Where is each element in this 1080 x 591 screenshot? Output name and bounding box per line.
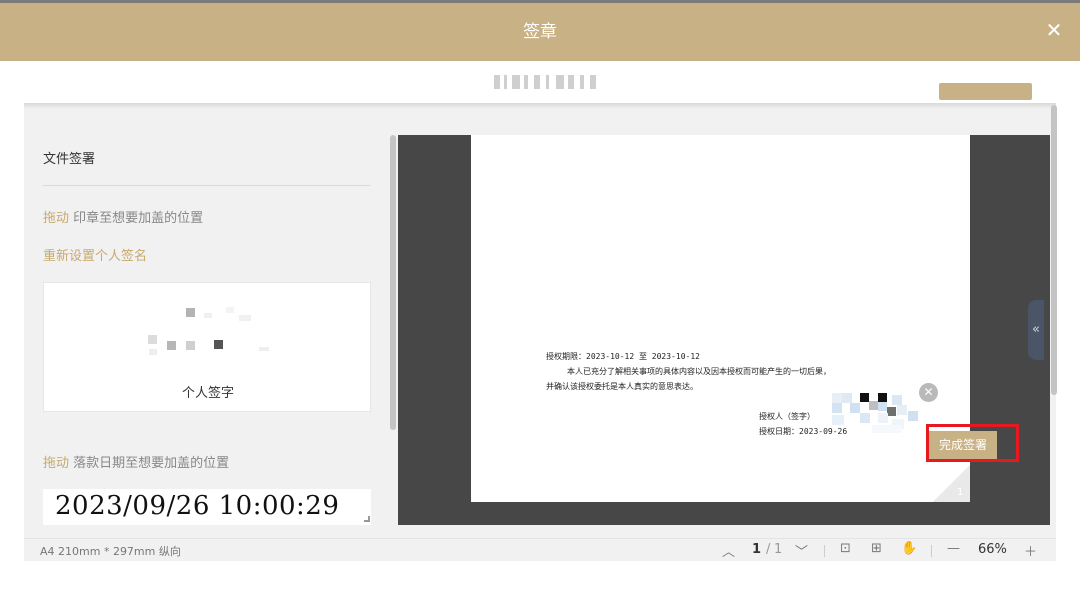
hand-tool-icon[interactable]: ✋: [901, 541, 917, 556]
document-page[interactable]: 授权期限：2023-10-12 至 2023-10-12 本人已充分了解相关事项…: [471, 135, 970, 502]
zoom-in-icon[interactable]: ＋: [1024, 541, 1037, 560]
section-divider: [43, 185, 370, 186]
signing-date-stamp[interactable]: 2023/09/26 10:00:29: [43, 489, 371, 525]
drag-seal-text: 印章至想要加盖的位置: [69, 211, 204, 226]
close-icon[interactable]: ✕: [1043, 19, 1065, 41]
background-action-button: [939, 83, 1032, 100]
zoom-level: 66%: [978, 542, 1007, 557]
personal-signature-card[interactable]: 个人签字: [43, 282, 371, 412]
drag-date-verb: 拖动: [43, 456, 70, 471]
page-corner-number: 1: [957, 487, 964, 498]
placed-signature[interactable]: [832, 389, 928, 433]
resize-grip-icon[interactable]: [364, 516, 370, 522]
expand-panel-icon[interactable]: «: [1028, 300, 1044, 360]
signature-label: 个人签字: [181, 386, 234, 401]
main-scrollbar[interactable]: [1051, 105, 1057, 395]
drag-date-hint: 拖动 落款日期至想要加盖的位置: [43, 452, 229, 471]
signature-image[interactable]: [144, 303, 274, 363]
current-page: 1: [752, 542, 762, 557]
paper-size-info: A4 210mm * 297mm 纵向: [40, 545, 181, 558]
fit-page-icon[interactable]: ⊞: [871, 541, 882, 556]
doc-line-signer: 授权人（签字）: [759, 412, 815, 421]
drag-seal-hint: 拖动 印章至想要加盖的位置: [43, 207, 203, 226]
page-separator: /: [766, 542, 771, 557]
prev-page-icon[interactable]: ︿: [722, 541, 735, 560]
drag-date-text: 落款日期至想要加盖的位置: [69, 456, 230, 471]
doc-line-acknowledge: 本人已充分了解相关事项的具体内容以及因本授权而可能产生的一切后果，: [567, 367, 831, 376]
close-circle-icon[interactable]: ✕: [919, 383, 938, 402]
dialog-header: 签章 ✕: [0, 3, 1080, 61]
doc-line-period: 授权期限：2023-10-12 至 2023-10-12: [546, 352, 700, 361]
background-page-header: [24, 61, 1056, 105]
background-page-title: [494, 75, 604, 89]
drag-seal-verb: 拖动: [43, 211, 70, 226]
zoom-out-icon[interactable]: —: [947, 541, 960, 556]
finish-signing-button[interactable]: 完成签署: [929, 431, 997, 459]
page-fold-icon: [932, 466, 970, 502]
section-title: 文件签署: [43, 152, 96, 167]
doc-line-confirm: 并确认该授权委托是本人真实的意思表达。: [546, 382, 698, 391]
reset-signature-link[interactable]: 重新设置个人签名: [43, 245, 147, 264]
fit-width-icon[interactable]: ⊡: [840, 541, 851, 556]
total-pages: 1: [774, 542, 783, 557]
left-panel-scrollbar[interactable]: [390, 135, 396, 430]
panel-shadow: [24, 103, 1056, 109]
next-page-icon[interactable]: ﹀: [795, 541, 808, 560]
dialog-title: 签章: [523, 22, 557, 42]
date-value: 2023/09/26 10:00:29: [55, 491, 340, 521]
toolbar-divider: [824, 545, 825, 557]
toolbar-divider: [931, 545, 932, 557]
